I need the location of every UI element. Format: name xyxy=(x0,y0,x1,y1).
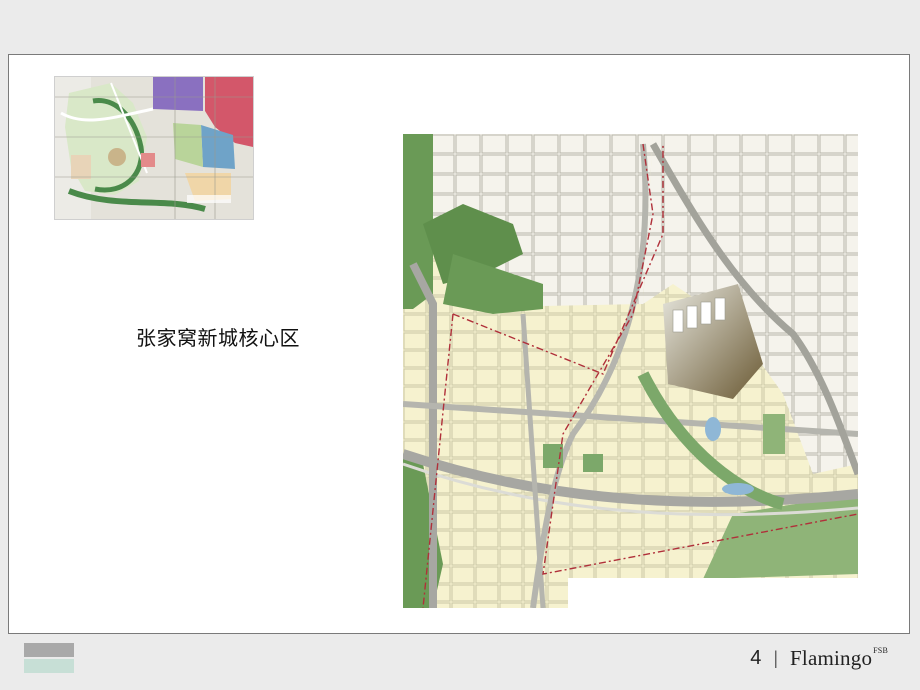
district-plan-thumbnail xyxy=(54,76,254,220)
slide-footer: 4 | FlamingoFSB xyxy=(750,644,888,672)
slide-title: 张家窝新城核心区 xyxy=(136,326,300,350)
brand-name: Flamingo xyxy=(790,645,873,670)
footer-swatch-mint xyxy=(24,659,74,673)
footer-separator: | xyxy=(773,647,779,668)
brand-mark: FSB xyxy=(873,645,888,655)
brand-logo: FlamingoFSB xyxy=(790,646,888,671)
page-number: 4 xyxy=(750,646,762,669)
footer-swatch-gray xyxy=(24,643,74,657)
master-plan-image xyxy=(403,134,858,608)
district-map-image xyxy=(55,77,253,219)
core-area-plan-map xyxy=(403,134,858,608)
